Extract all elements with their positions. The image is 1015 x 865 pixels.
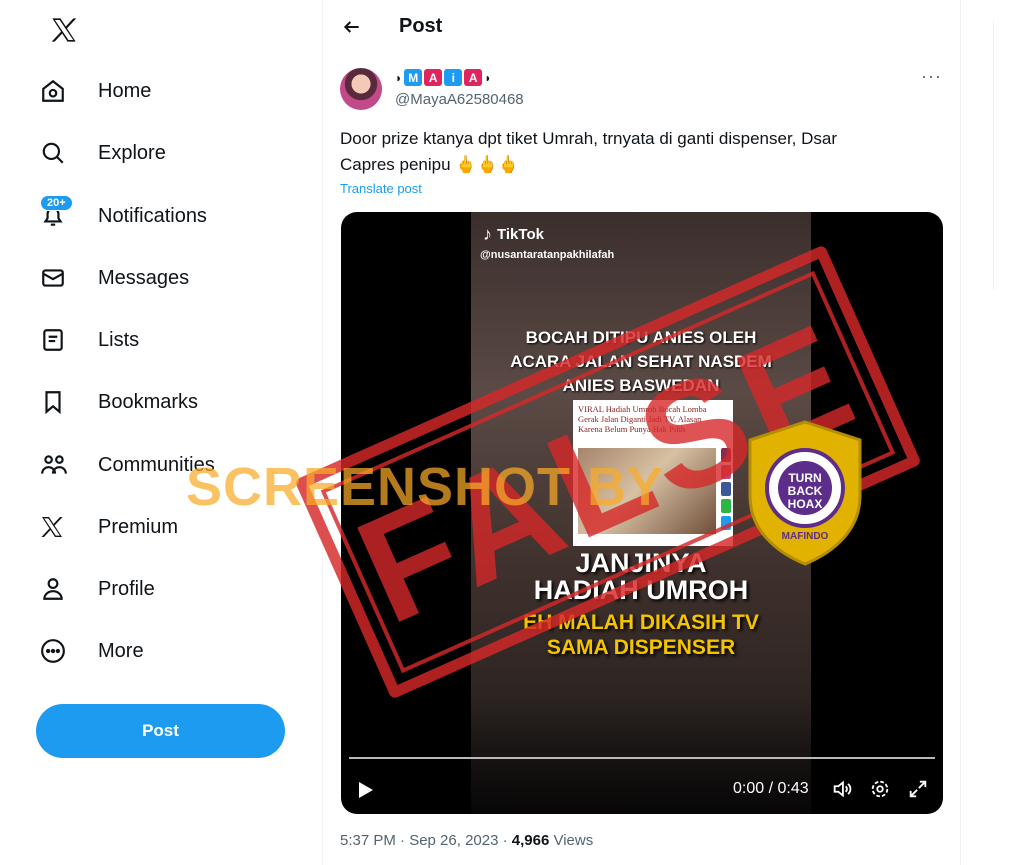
translate-link[interactable]: Translate post [340, 181, 422, 196]
search-icon [40, 138, 84, 168]
back-arrow-icon[interactable] [339, 14, 365, 40]
nav-home[interactable]: Home [40, 66, 151, 116]
bell-icon: 20+ [40, 195, 84, 231]
emoji: 🖕🖕🖕 [455, 155, 519, 174]
user-handle[interactable]: @MayaA62580468 [395, 91, 524, 108]
tiktok-logo: ♪ TikTok [483, 224, 544, 245]
notification-badge: 20+ [40, 195, 73, 211]
bookmark-icon [40, 387, 84, 417]
video-progress-bar[interactable] [349, 757, 935, 759]
nav-messages[interactable]: Messages [40, 253, 189, 303]
views-count: 4,966 [511, 832, 550, 849]
nav-profile-label: Profile [98, 577, 155, 600]
nav-notifications-label: Notifications [98, 204, 207, 227]
name-letter: A [424, 69, 443, 86]
nav-explore[interactable]: Explore [40, 128, 166, 178]
timestamp[interactable]: 5:37 PM · Sep 26, 2023 · [340, 832, 512, 849]
page-title: Post [399, 15, 443, 37]
screenshot-watermark: SCREENSHOT BY [186, 457, 665, 517]
volume-icon[interactable] [831, 778, 853, 805]
sidebar: Home Explore 20+ Notifications Messages … [0, 0, 322, 865]
tweet-text-line1: Door prize ktanya dpt tiket Umrah, trnya… [340, 129, 838, 148]
video-time: 0:00 / 0:43 [733, 780, 809, 797]
views-label: Views [549, 832, 594, 849]
envelope-icon [40, 263, 84, 293]
right-column-divider [993, 20, 994, 290]
nav-explore-label: Explore [98, 141, 166, 164]
people-icon [40, 450, 84, 480]
fullscreen-icon[interactable] [907, 778, 929, 805]
tiktok-brand: TikTok [497, 226, 544, 243]
video-controls: 0:00 / 0:43 [341, 772, 943, 806]
mafindo-name: MAFINDO [781, 531, 829, 542]
tweet-text-line2: Capres penipu [340, 155, 451, 174]
badge-line: HOAX [787, 497, 823, 511]
nav-lists-label: Lists [98, 328, 140, 351]
decor-right-icon: ◗ [484, 70, 492, 85]
display-name[interactable]: ◗ M A i A ◗ [395, 69, 492, 86]
nav-profile[interactable]: Profile [40, 564, 155, 614]
list-icon [40, 325, 84, 355]
home-icon [40, 76, 84, 106]
post-button[interactable]: Post [36, 704, 285, 758]
play-icon[interactable] [357, 780, 375, 805]
nav-bookmarks-label: Bookmarks [98, 390, 199, 413]
x-logo-icon [40, 512, 84, 542]
nav-bookmarks[interactable]: Bookmarks [40, 377, 198, 427]
name-letter: A [464, 69, 483, 86]
nav-lists[interactable]: Lists [40, 315, 139, 365]
person-icon [40, 574, 84, 604]
x-logo-icon[interactable] [44, 10, 84, 50]
tweet-text: Door prize ktanya dpt tiket Umrah, trnya… [340, 126, 940, 178]
avatar[interactable] [340, 68, 382, 110]
tweet-meta: 5:37 PM · Sep 26, 2023 · 4,966 Views [340, 832, 593, 849]
decor-left-icon: ◗ [395, 70, 403, 85]
tiktok-note-icon: ♪ [483, 224, 492, 244]
nav-home-label: Home [98, 79, 152, 102]
tiktok-username: @nusantaratanpakhilafah [480, 249, 615, 261]
name-letter: i [444, 69, 463, 86]
nav-premium-label: Premium [98, 515, 179, 538]
mafindo-badge: TURN BACK HOAX MAFINDO [744, 418, 866, 568]
nav-premium[interactable]: Premium [40, 502, 178, 552]
more-circle-icon [40, 636, 84, 666]
post-header: Post [323, 0, 960, 54]
name-letter: M [404, 69, 423, 86]
nav-more[interactable]: More [40, 626, 144, 676]
nav-more-label: More [98, 639, 144, 662]
mafindo-badge-text: TURN BACK HOAX [744, 472, 866, 511]
nav-notifications[interactable]: 20+ Notifications [40, 191, 207, 241]
more-options-icon[interactable]: ··· [921, 66, 942, 87]
settings-gear-icon[interactable] [869, 778, 891, 805]
nav-messages-label: Messages [98, 266, 190, 289]
